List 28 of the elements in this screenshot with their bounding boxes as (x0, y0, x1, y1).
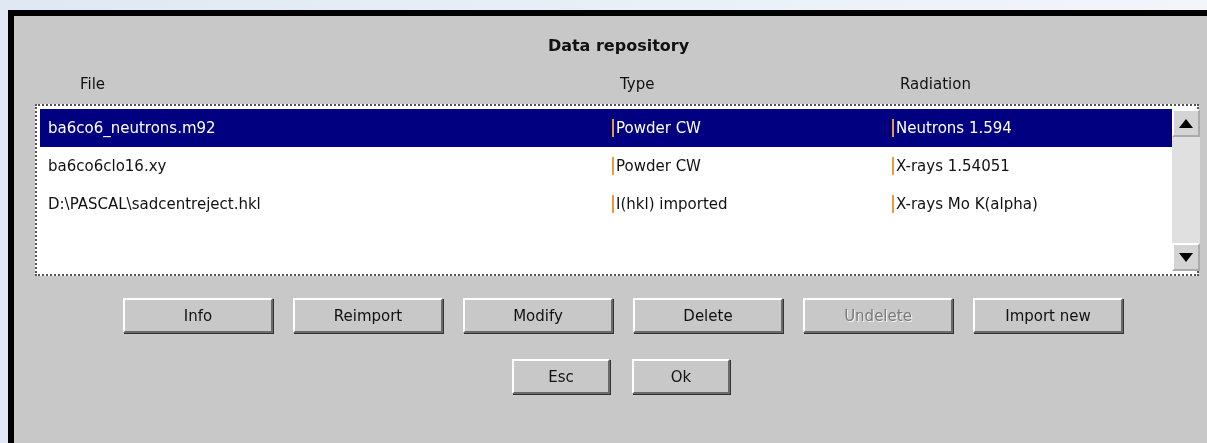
file-name: D:\PASCAL\sadcentreject.hkl (47, 195, 262, 213)
list-row[interactable]: ba6co6clo16.xy Powder CW X-rays 1.54051 (40, 147, 1172, 185)
radiation-text: X-rays Mo K(alpha) (892, 195, 1038, 213)
column-header: Type (620, 75, 656, 93)
column-header: File (80, 75, 107, 93)
action-button[interactable]: Reimport (293, 298, 443, 333)
type-text: Powder CW (612, 157, 701, 175)
file-name: ba6co6_neutrons.m92 (47, 119, 217, 137)
scroll-down-button[interactable] (1172, 243, 1200, 271)
scroll-up-button[interactable] (1172, 109, 1200, 137)
file-name: ba6co6clo16.xy (47, 157, 168, 175)
list-row[interactable]: D:\PASCAL\sadcentreject.hkl I(hkl) imported X-rays Mo K(alpha) (40, 185, 1172, 223)
column-header: Radiation (900, 75, 972, 93)
dialog-button[interactable]: Esc (512, 359, 610, 394)
up-arrow-icon (1179, 118, 1193, 128)
scrollbar[interactable] (1172, 109, 1200, 271)
dialog-title: Data repository (546, 36, 691, 57)
type-text: Powder CW (612, 119, 701, 137)
down-arrow-icon (1179, 252, 1193, 262)
dialog-button[interactable]: Ok (632, 359, 730, 394)
list-row[interactable]: ba6co6_neutrons.m92 Powder CW Neutrons 1.594 (40, 109, 1172, 147)
action-button[interactable]: Import new (973, 298, 1123, 333)
radiation-text: X-rays 1.54051 (892, 157, 1010, 175)
action-button[interactable]: Modify (463, 298, 613, 333)
type-text: I(hkl) imported (612, 195, 728, 213)
radiation-text: Neutrons 1.594 (892, 119, 1012, 137)
action-button[interactable]: Delete (633, 298, 783, 333)
action-button[interactable]: Info (123, 298, 273, 333)
